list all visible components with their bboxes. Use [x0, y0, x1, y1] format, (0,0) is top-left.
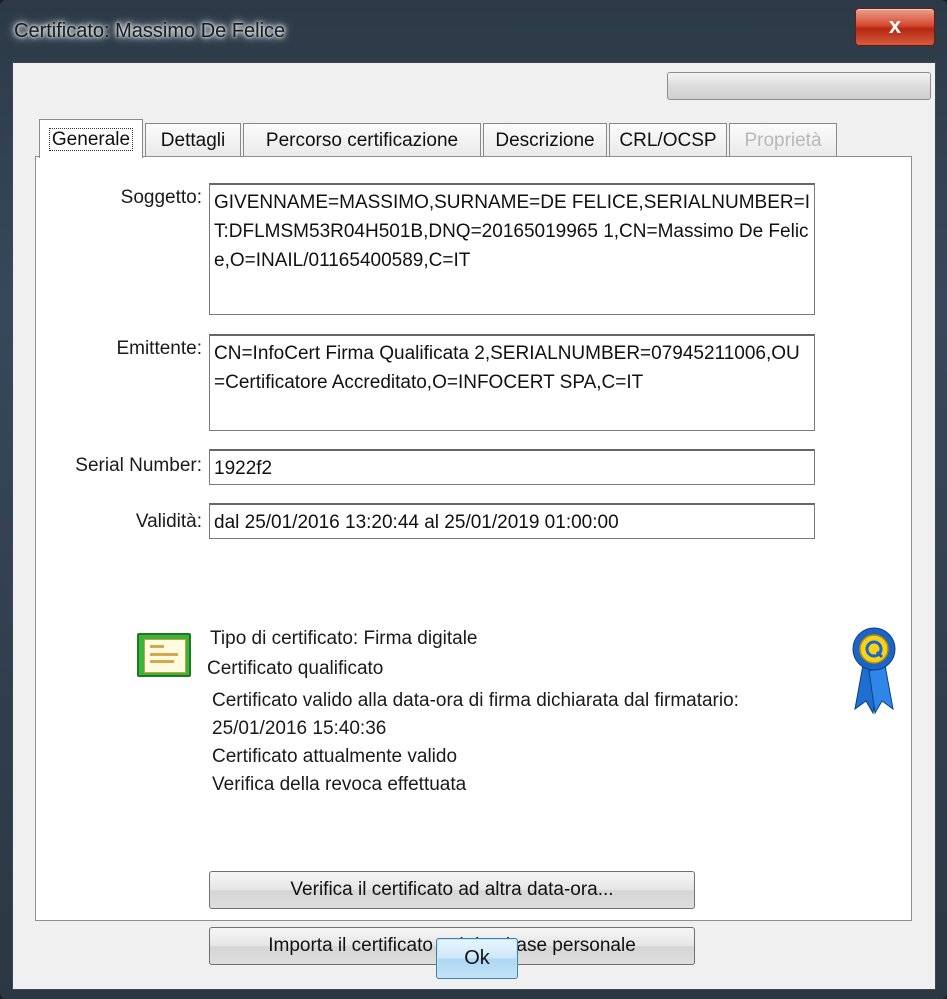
ok-button[interactable]: Ok — [436, 938, 518, 979]
valid-at-signature-text: Certificato valido alla data-ora di firm… — [212, 690, 739, 711]
tab-proprieta: Proprietà — [729, 123, 837, 157]
subject-label: Soggetto: — [120, 187, 202, 208]
qualified-ribbon-icon — [852, 627, 896, 715]
general-tab-panel: Soggetto: GIVENNAME=MASSIMO,SURNAME=DE F… — [35, 156, 912, 965]
issuer-field[interactable]: CN=InfoCert Firma Qualificata 2,SERIALNU… — [209, 334, 815, 431]
signature-datetime-text: 25/01/2016 15:40:36 — [212, 718, 387, 739]
qualified-text: Certificato qualificato — [207, 658, 384, 679]
certificate-type-text: Tipo di certificato: Firma digitale — [210, 628, 478, 649]
tab-dettagli[interactable]: Dettagli — [145, 123, 241, 157]
verify-other-date-button[interactable]: Verifica il certificato ad altra data-or… — [209, 871, 695, 909]
window-title: Certificato: Massimo De Felice — [14, 20, 286, 42]
tab-generale[interactable]: Generale — [39, 119, 143, 158]
revocation-check-text: Verifica della revoca effettuata — [212, 774, 467, 795]
progress-bar — [667, 72, 931, 100]
certificate-dialog: Certificato: Massimo De Felice x General… — [0, 0, 947, 999]
serial-number-field[interactable]: 1922f2 — [209, 449, 815, 485]
validity-field[interactable]: dal 25/01/2016 13:20:44 al 25/01/2019 01… — [209, 503, 815, 539]
currently-valid-text: Certificato attualmente valido — [212, 746, 458, 767]
tab-crl-ocsp[interactable]: CRL/OCSP — [609, 123, 727, 157]
dialog-client-area: Generale Dettagli Percorso certificazion… — [12, 62, 936, 990]
tab-percorso-certificazione[interactable]: Percorso certificazione — [243, 123, 481, 157]
validity-label: Validità: — [135, 511, 202, 532]
tab-descrizione[interactable]: Descrizione — [483, 123, 607, 157]
close-button[interactable]: x — [855, 8, 935, 46]
issuer-label: Emittente: — [116, 338, 202, 359]
subject-field[interactable]: GIVENNAME=MASSIMO,SURNAME=DE FELICE,SERI… — [209, 183, 815, 315]
tab-label: Generale — [48, 128, 134, 151]
serial-number-label: Serial Number: — [75, 455, 202, 476]
title-bar[interactable]: Certificato: Massimo De Felice x — [0, 0, 947, 62]
certificate-icon — [137, 633, 191, 677]
close-icon: x — [888, 13, 902, 38]
